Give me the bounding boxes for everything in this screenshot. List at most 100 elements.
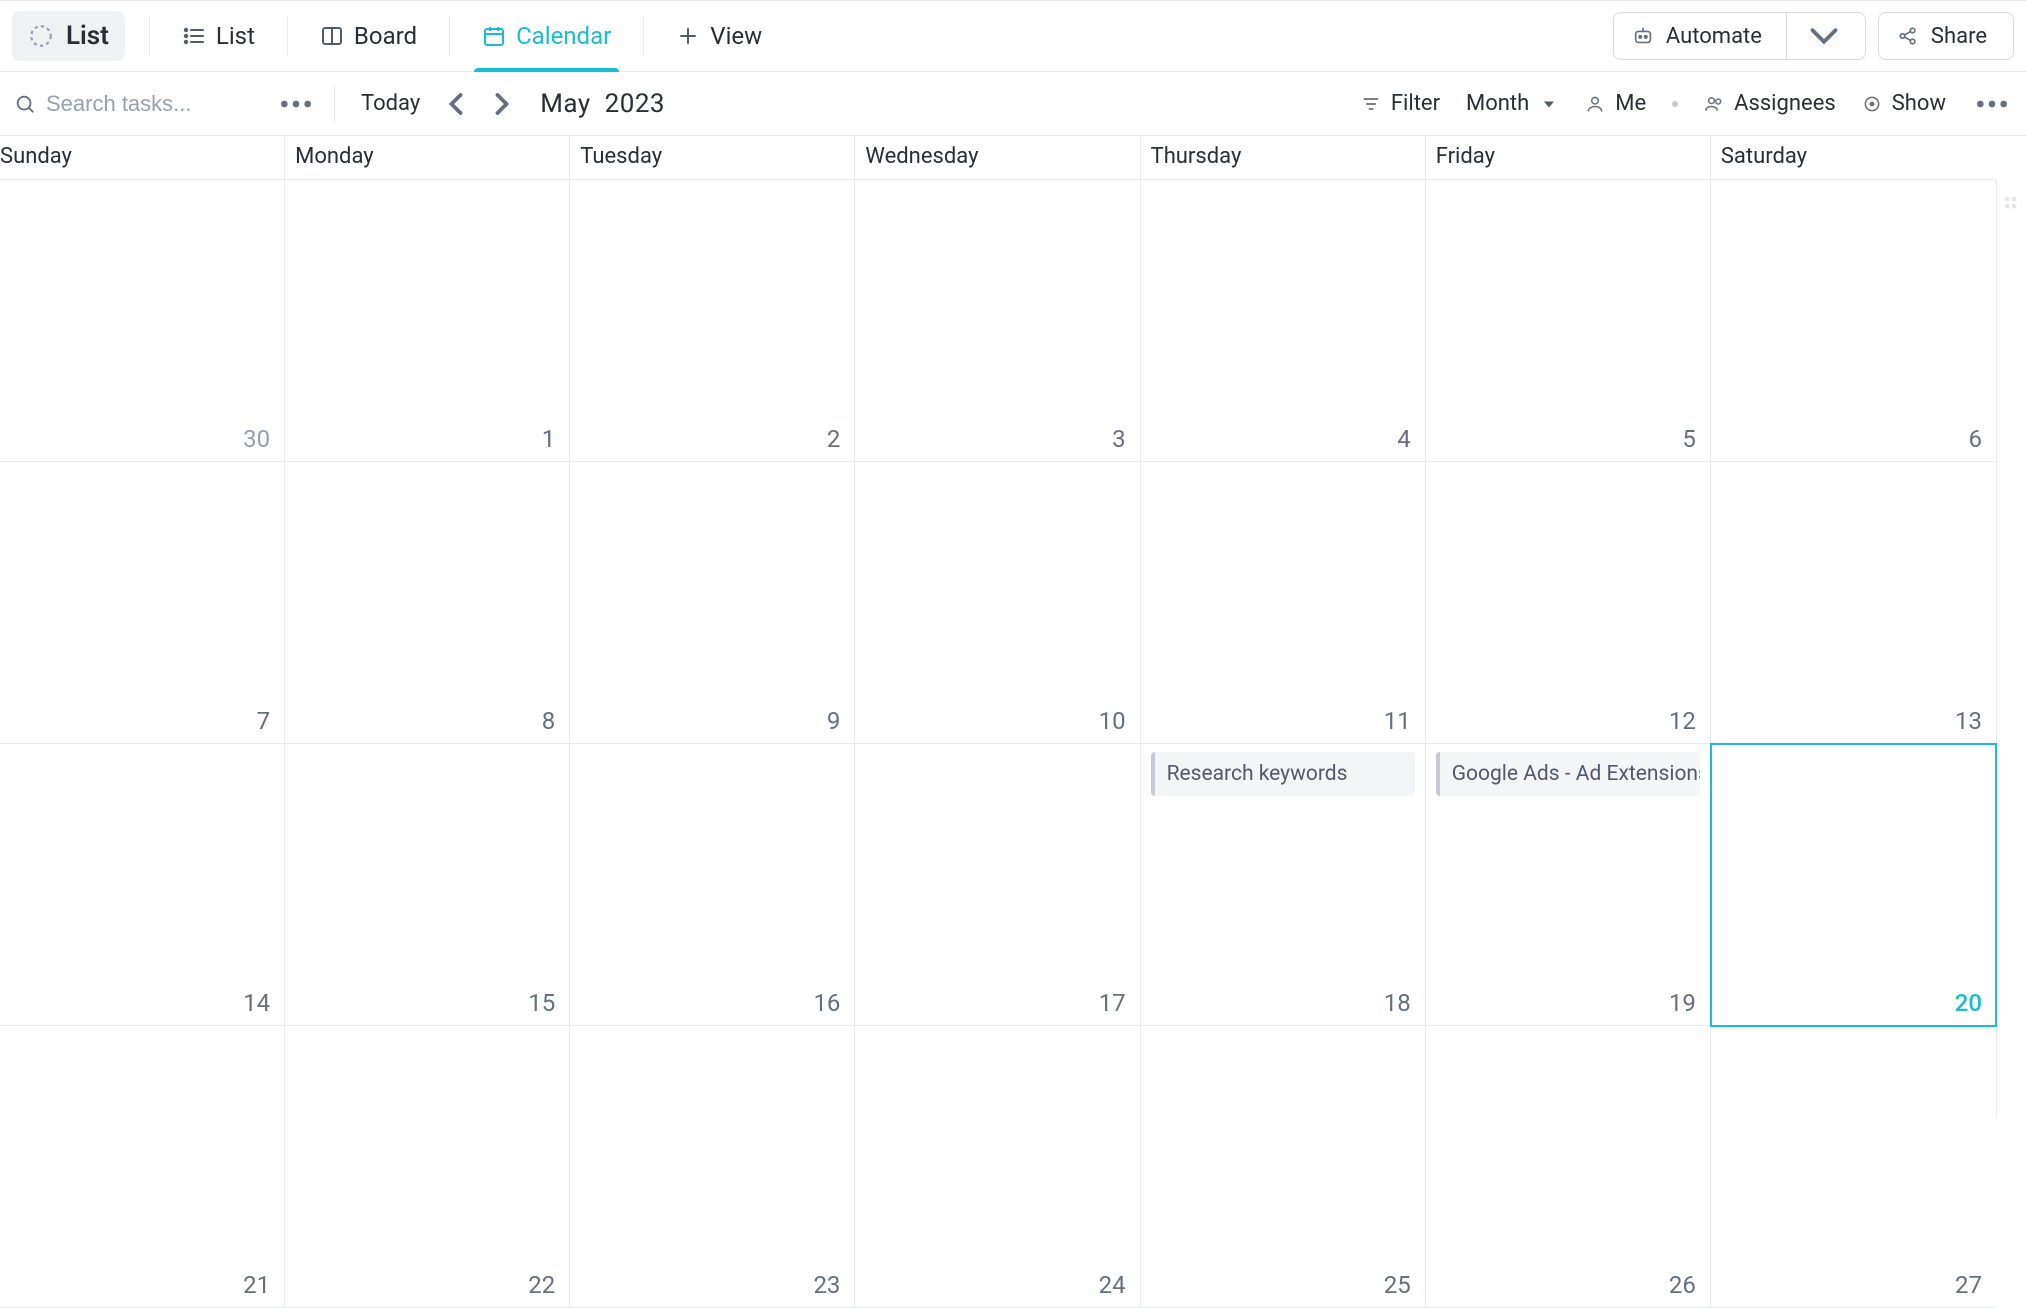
day-number: 26	[1669, 1271, 1696, 1299]
calendar-cell[interactable]: 13	[1711, 462, 1996, 744]
automate-dropdown[interactable]	[1786, 13, 1847, 59]
next-month-button[interactable]	[484, 86, 520, 122]
calendar-cell[interactable]: 3	[855, 180, 1140, 462]
calendar-cell[interactable]: 7	[0, 462, 285, 744]
calendar-cell[interactable]: Google Ads - Ad Extensions 19	[1426, 744, 1711, 1026]
month-title: May 2023	[540, 89, 665, 119]
day-number: 7	[257, 707, 271, 735]
automate-label: Automate	[1666, 24, 1762, 49]
day-number: 20	[1955, 989, 1982, 1017]
assignees-filter[interactable]: Assignees	[1704, 91, 1836, 116]
tab-board-label: Board	[354, 22, 417, 50]
calendar-cell[interactable]: 17	[855, 744, 1140, 1026]
right-gutter	[1996, 180, 2026, 1118]
people-icon	[1704, 94, 1724, 114]
calendar-cell[interactable]: 24	[855, 1026, 1140, 1308]
calendar-cell[interactable]: 21	[0, 1026, 285, 1308]
calendar-cell[interactable]: 15	[285, 744, 570, 1026]
share-button[interactable]: Share	[1878, 12, 2014, 60]
calendar-task[interactable]: Google Ads - Ad Extensions	[1436, 752, 1700, 796]
calendar-cell[interactable]: 1	[285, 180, 570, 462]
filter-button[interactable]: Filter	[1361, 91, 1440, 116]
day-number: 6	[1968, 425, 1982, 453]
calendar-cell[interactable]: 2	[570, 180, 855, 462]
calendar-cell[interactable]: 26	[1426, 1026, 1711, 1308]
list-icon	[182, 24, 206, 48]
show-icon	[1862, 94, 1882, 114]
calendar-cell[interactable]: 27	[1711, 1026, 1996, 1308]
calendar-cell[interactable]: 30	[0, 180, 285, 462]
day-number: 13	[1955, 707, 1982, 735]
weekday-header: Tuesday	[570, 136, 855, 179]
tab-calendar[interactable]: Calendar	[464, 1, 629, 71]
separator	[149, 16, 150, 56]
share-icon	[1897, 25, 1919, 47]
calendar-cell[interactable]: 8	[285, 462, 570, 744]
day-number: 23	[813, 1271, 840, 1299]
tab-list-label: List	[216, 22, 255, 50]
day-number: 3	[1112, 425, 1126, 453]
search-field[interactable]	[14, 91, 266, 117]
calendar-icon	[482, 24, 506, 48]
filter-label: Filter	[1391, 91, 1440, 116]
show-label: Show	[1892, 91, 1946, 116]
calendar-cell[interactable]: 9	[570, 462, 855, 744]
me-label: Me	[1615, 91, 1646, 116]
search-more-button[interactable]	[276, 84, 316, 124]
tab-board[interactable]: Board	[302, 1, 435, 71]
day-number: 22	[528, 1271, 555, 1299]
range-label: Month	[1466, 91, 1529, 116]
calendar-cell[interactable]: 12	[1426, 462, 1711, 744]
day-number: 21	[243, 1271, 270, 1299]
day-number: 14	[243, 989, 270, 1017]
list-status-icon	[28, 23, 54, 49]
view-tabs: List Board Calendar	[164, 1, 780, 71]
person-icon	[1585, 94, 1605, 114]
calendar-cell[interactable]: 6	[1711, 180, 1996, 462]
tab-calendar-label: Calendar	[516, 22, 611, 50]
today-button[interactable]: Today	[353, 91, 428, 116]
separator	[287, 16, 288, 56]
calendar-cell[interactable]: 11	[1141, 462, 1426, 744]
day-number: 17	[1099, 989, 1126, 1017]
day-number: 30	[243, 425, 270, 453]
day-number: 11	[1384, 707, 1411, 735]
search-input[interactable]	[46, 91, 266, 117]
calendar-cell[interactable]: 10	[855, 462, 1140, 744]
calendar-cell[interactable]: 16	[570, 744, 855, 1026]
weekday-header: Saturday	[1711, 136, 1996, 179]
calendar-cell[interactable]: Research keywords18	[1141, 744, 1426, 1026]
filter-bar: Today May 2023 Filter Month Me	[0, 72, 2026, 136]
calendar-task[interactable]: Research keywords	[1151, 752, 1415, 796]
day-number: 2	[827, 425, 841, 453]
range-selector[interactable]: Month	[1466, 91, 1559, 116]
calendar-cell[interactable]: 14	[0, 744, 285, 1026]
me-filter[interactable]: Me	[1585, 91, 1646, 116]
tab-list[interactable]: List	[164, 1, 273, 71]
day-number: 19	[1669, 989, 1696, 1017]
calendar-cell[interactable]: 20	[1711, 744, 1996, 1026]
add-view-label: View	[710, 22, 762, 50]
day-number: 9	[827, 707, 841, 735]
calendar-cell[interactable]: 25	[1141, 1026, 1426, 1308]
calendar-cell[interactable]: 22	[285, 1026, 570, 1308]
day-number: 12	[1669, 707, 1696, 735]
calendar-header: SundayMondayTuesdayWednesdayThursdayFrid…	[0, 136, 1996, 180]
automate-button[interactable]: Automate	[1613, 12, 1866, 60]
day-number: 1	[542, 425, 556, 453]
more-options-button[interactable]	[1972, 84, 2012, 124]
list-badge[interactable]: List	[12, 11, 125, 61]
prev-month-button[interactable]	[438, 86, 474, 122]
day-number: 25	[1384, 1271, 1411, 1299]
calendar-cell[interactable]: 4	[1141, 180, 1426, 462]
calendar-cell[interactable]: 5	[1426, 180, 1711, 462]
day-number: 16	[813, 989, 840, 1017]
calendar-body: 301234567891011121314151617Research keyw…	[0, 180, 1996, 1308]
board-icon	[320, 24, 344, 48]
show-button[interactable]: Show	[1862, 91, 1946, 116]
day-number: 15	[528, 989, 555, 1017]
weekday-header: Wednesday	[855, 136, 1140, 179]
calendar-cell[interactable]: 23	[570, 1026, 855, 1308]
add-view-button[interactable]: View	[658, 1, 780, 71]
day-number: 24	[1099, 1271, 1126, 1299]
